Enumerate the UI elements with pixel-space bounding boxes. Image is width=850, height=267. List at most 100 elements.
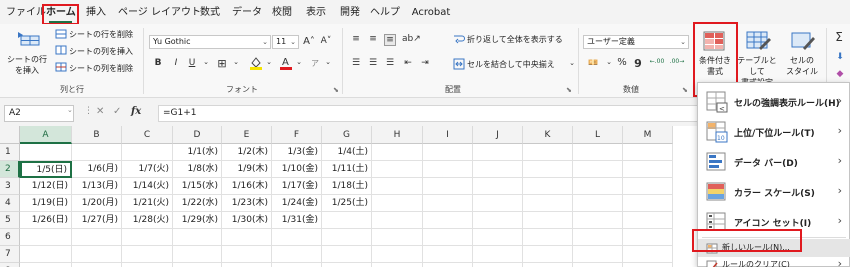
tab-view[interactable]: 表示 xyxy=(304,5,328,21)
cell-l8[interactable] xyxy=(573,263,623,267)
increase-indent-icon[interactable]: ⇥ xyxy=(419,58,431,68)
cell-f3[interactable]: 1/17(金) xyxy=(272,178,322,195)
row-header-3[interactable]: 3 xyxy=(0,178,20,195)
row-header-6[interactable]: 6 xyxy=(0,229,20,246)
cell-g5[interactable] xyxy=(322,212,372,229)
cell-c7[interactable] xyxy=(122,246,173,263)
cell-b1[interactable] xyxy=(72,144,122,161)
bold-icon[interactable]: B xyxy=(152,58,164,68)
cell-l7[interactable] xyxy=(573,246,623,263)
name-box[interactable]: A2 xyxy=(4,105,74,122)
tab-page-layout[interactable]: ページ レイアウト xyxy=(118,5,201,21)
format-as-table-icon[interactable] xyxy=(745,30,771,52)
cell-j3[interactable] xyxy=(473,178,523,195)
cell-h6[interactable] xyxy=(372,229,423,246)
cell-b4[interactable]: 1/20(月) xyxy=(72,195,122,212)
cell-f7[interactable] xyxy=(272,246,322,263)
cell-a2[interactable]: 1/5(日) xyxy=(20,161,72,178)
cell-g8[interactable] xyxy=(322,263,372,267)
cell-k3[interactable] xyxy=(523,178,573,195)
cell-f2[interactable]: 1/10(金) xyxy=(272,161,322,178)
cell-h1[interactable] xyxy=(372,144,423,161)
align-middle-icon[interactable]: ≡ xyxy=(367,34,379,44)
cell-j5[interactable] xyxy=(473,212,523,229)
cell-m1[interactable] xyxy=(623,144,673,161)
cell-i2[interactable] xyxy=(423,161,473,178)
cell-k5[interactable] xyxy=(523,212,573,229)
cell-e3[interactable]: 1/16(木) xyxy=(222,178,272,195)
cell-g7[interactable] xyxy=(322,246,372,263)
insert-function-icon[interactable]: fx xyxy=(131,106,141,117)
orientation-icon[interactable]: ab↗ xyxy=(402,34,421,44)
column-header-a[interactable]: A xyxy=(20,126,72,144)
decrease-font-icon[interactable]: A˅ xyxy=(320,36,332,46)
chevron-down-icon[interactable]: ⌄ xyxy=(290,36,296,48)
cell-k6[interactable] xyxy=(523,229,573,246)
cell-k7[interactable] xyxy=(523,246,573,263)
cell-l1[interactable] xyxy=(573,144,623,161)
menu-item-top-bottom-rules[interactable]: 10 上位/下位ルール(T) › xyxy=(698,117,850,147)
cell-i7[interactable] xyxy=(423,246,473,263)
accounting-format-icon[interactable]: 💴 xyxy=(585,58,601,67)
percent-icon[interactable]: % xyxy=(616,57,628,68)
cell-l5[interactable] xyxy=(573,212,623,229)
cell-b6[interactable] xyxy=(72,229,122,246)
cell-m6[interactable] xyxy=(623,229,673,246)
cell-h4[interactable] xyxy=(372,195,423,212)
align-top-icon[interactable]: ≡ xyxy=(350,34,362,44)
column-header-l[interactable]: L xyxy=(573,126,623,144)
column-header-f[interactable]: F xyxy=(272,126,322,144)
cell-e6[interactable] xyxy=(222,229,272,246)
cell-d7[interactable] xyxy=(173,246,222,263)
cell-j7[interactable] xyxy=(473,246,523,263)
autosum-icon[interactable]: Σ xyxy=(833,30,845,44)
cell-styles-icon[interactable] xyxy=(790,30,816,52)
column-header-d[interactable]: D xyxy=(173,126,222,144)
chevron-down-icon[interactable]: ⌄ xyxy=(680,36,686,48)
cell-h8[interactable] xyxy=(372,263,423,267)
increase-decimal-icon[interactable]: ←.00 xyxy=(648,58,666,65)
column-header-i[interactable]: I xyxy=(423,126,473,144)
cell-i4[interactable] xyxy=(423,195,473,212)
cell-h5[interactable] xyxy=(372,212,423,229)
tab-acrobat[interactable]: Acrobat xyxy=(410,5,452,21)
cell-k8[interactable] xyxy=(523,263,573,267)
align-right-icon[interactable]: ☰ xyxy=(384,58,396,68)
cell-a5[interactable]: 1/26(日) xyxy=(20,212,72,229)
column-header-e[interactable]: E xyxy=(222,126,272,144)
chevron-down-icon[interactable]: ⌄ xyxy=(566,59,578,67)
tab-developer[interactable]: 開発 xyxy=(338,5,362,21)
cell-b5[interactable]: 1/27(月) xyxy=(72,212,122,229)
font-color-icon[interactable]: A xyxy=(279,55,293,70)
cell-c1[interactable] xyxy=(122,144,173,161)
number-format-combo[interactable]: ユーザー定義 ⌄ xyxy=(583,35,689,49)
delete-row-button[interactable]: シートの行を削除 xyxy=(69,29,133,40)
wrap-text-button[interactable]: 折り返して全体を表示する xyxy=(467,34,563,45)
font-dialog-launcher-icon[interactable]: ⬊ xyxy=(333,86,339,94)
cell-c2[interactable]: 1/7(火) xyxy=(122,161,173,178)
chevron-down-icon[interactable]: ⌄ xyxy=(200,58,212,66)
clear-icon[interactable]: ◆ xyxy=(834,69,846,79)
chevron-down-icon[interactable]: ⌄ xyxy=(230,58,242,66)
row-header-8[interactable]: 8 xyxy=(0,263,20,267)
cell-d5[interactable]: 1/29(水) xyxy=(173,212,222,229)
cell-c6[interactable] xyxy=(122,229,173,246)
cell-e8[interactable] xyxy=(222,263,272,267)
column-header-m[interactable]: M xyxy=(623,126,673,144)
cell-k2[interactable] xyxy=(523,161,573,178)
italic-icon[interactable]: I xyxy=(170,58,182,68)
chevron-down-icon[interactable]: ⌄ xyxy=(67,106,73,114)
cancel-icon[interactable]: ✕ xyxy=(96,106,104,117)
cell-c8[interactable] xyxy=(122,263,173,267)
tab-help[interactable]: ヘルプ xyxy=(370,5,400,21)
cell-b7[interactable] xyxy=(72,246,122,263)
cell-j1[interactable] xyxy=(473,144,523,161)
cell-a6[interactable] xyxy=(20,229,72,246)
cell-f8[interactable] xyxy=(272,263,322,267)
chevron-down-icon[interactable]: ⌄ xyxy=(603,58,615,66)
cell-a4[interactable]: 1/19(日) xyxy=(20,195,72,212)
cell-b3[interactable]: 1/13(月) xyxy=(72,178,122,195)
cell-a7[interactable] xyxy=(20,246,72,263)
cell-f4[interactable]: 1/24(金) xyxy=(272,195,322,212)
cell-m2[interactable] xyxy=(623,161,673,178)
